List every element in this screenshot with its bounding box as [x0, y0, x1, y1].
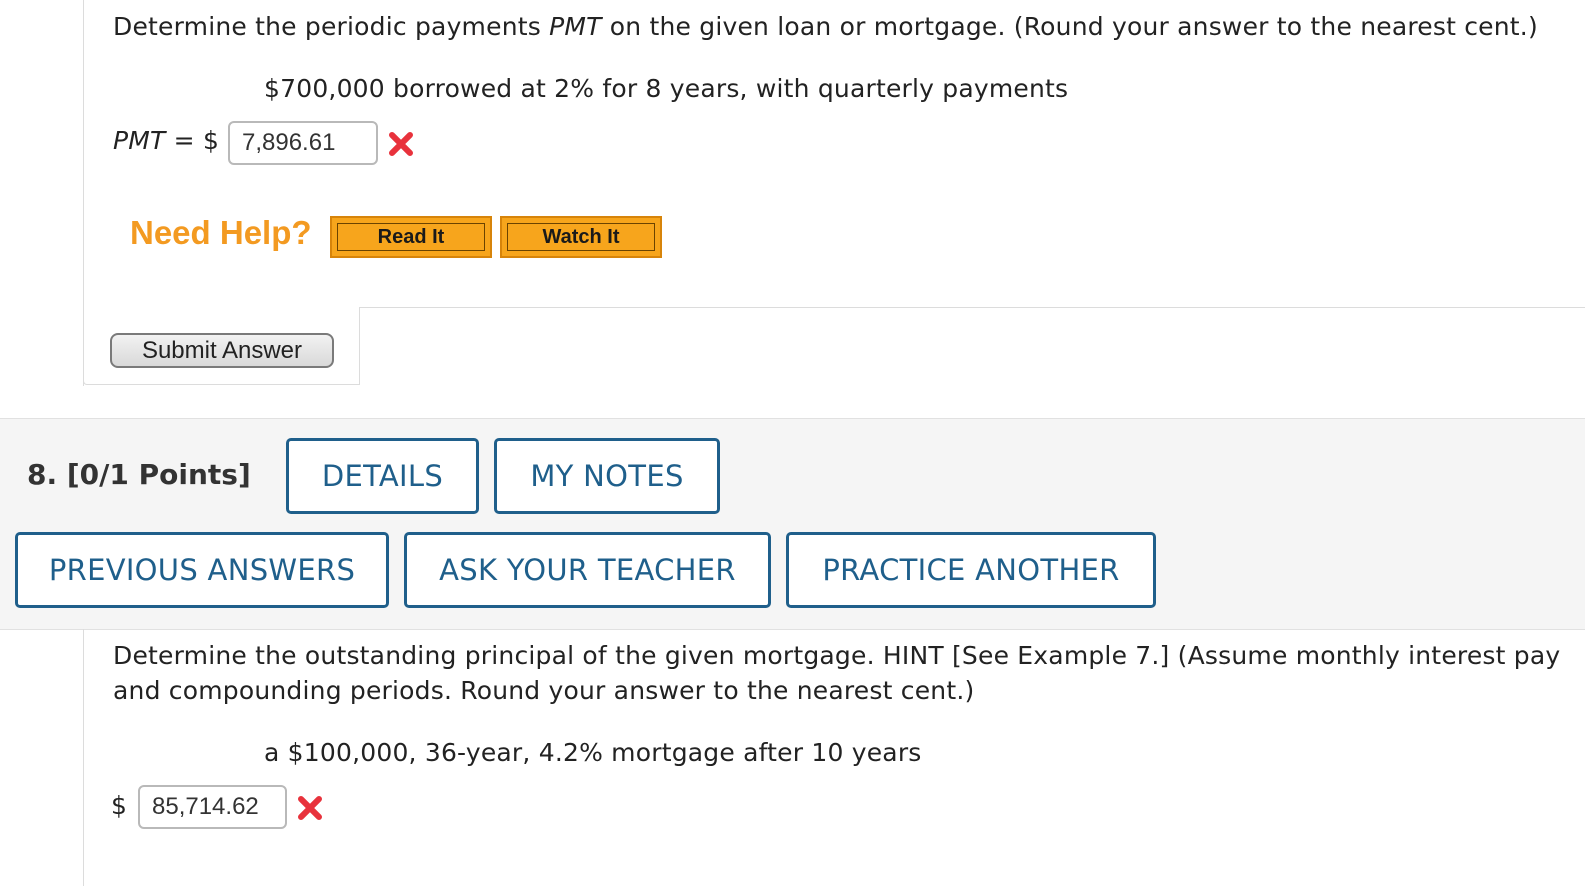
principal-answer-input[interactable]: 85,714.62	[138, 785, 287, 829]
question-7-problem: $700,000 borrowed at 2% for 8 years, wit…	[264, 74, 1069, 103]
question-7-divider	[360, 307, 1585, 308]
question-8-instruction-line2: and compounding periods. Round your answ…	[113, 676, 975, 705]
read-it-button[interactable]: Read It	[330, 216, 492, 258]
incorrect-x-icon	[389, 132, 413, 156]
pmt-label: PMT = $	[113, 126, 220, 155]
previous-answers-button[interactable]: PREVIOUS ANSWERS	[15, 532, 389, 608]
practice-another-button[interactable]: PRACTICE ANOTHER	[786, 532, 1156, 608]
watch-it-button[interactable]: Watch It	[500, 216, 662, 258]
question-8-number: 8. [0/1 Points]	[27, 458, 251, 491]
my-notes-button[interactable]: MY NOTES	[494, 438, 720, 514]
need-help-label: Need Help?	[130, 214, 312, 251]
question-8-instruction-line1: Determine the outstanding principal of t…	[113, 641, 1561, 670]
details-button[interactable]: DETAILS	[286, 438, 479, 514]
question-7-instruction: Determine the periodic payments PMT on t…	[113, 12, 1538, 41]
question-8-panel	[83, 629, 84, 886]
pmt-variable: PMT	[549, 12, 602, 41]
submit-answer-button[interactable]: Submit Answer	[110, 333, 334, 368]
pmt-answer-input[interactable]: 7,896.61	[228, 121, 378, 165]
dollar-label: $	[111, 791, 128, 820]
question-8-problem: a $100,000, 36-year, 4.2% mortgage after…	[264, 738, 922, 767]
ask-your-teacher-button[interactable]: ASK YOUR TEACHER	[404, 532, 771, 608]
points-badge: [0/1 Points]	[66, 458, 251, 491]
incorrect-x-icon	[298, 796, 322, 820]
